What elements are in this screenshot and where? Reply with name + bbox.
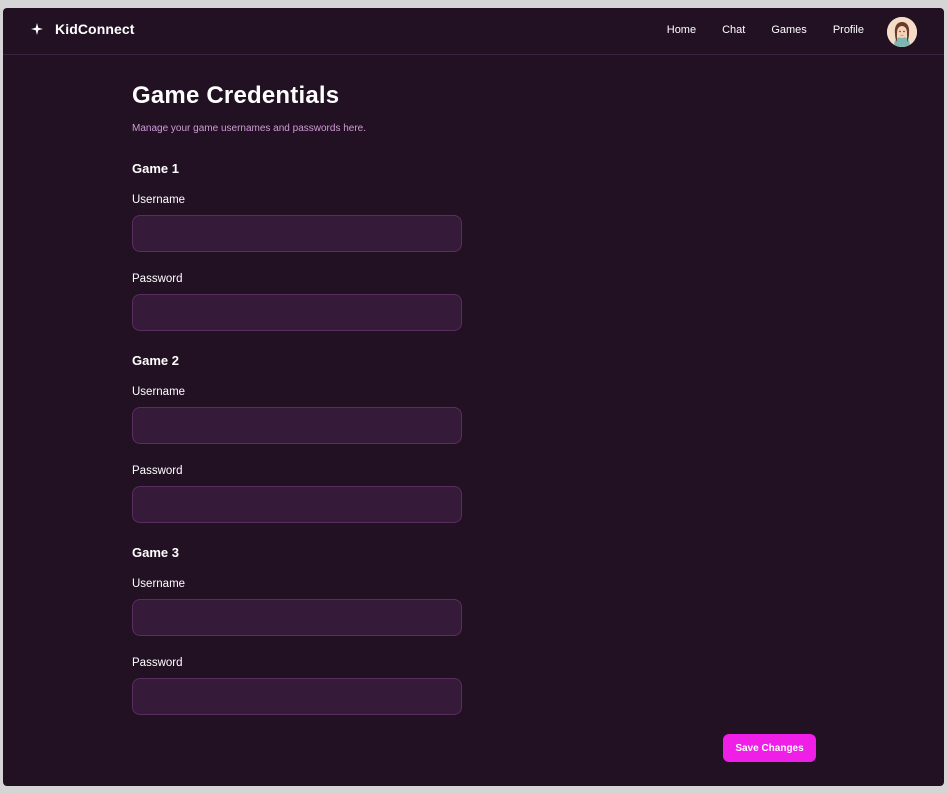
nav-item-chat[interactable]: Chat [722, 24, 745, 36]
game-1-password-label: Password [132, 273, 183, 285]
game-2-title: Game 2 [132, 353, 179, 368]
game-1-username-label: Username [132, 194, 186, 206]
game-1-username-input[interactable] [132, 215, 462, 252]
nav-item-profile[interactable]: Profile [833, 24, 864, 36]
page-title: Game Credentials [132, 82, 340, 109]
save-changes-button[interactable]: Save Changes [723, 734, 816, 762]
page-subtitle: Manage your game usernames and passwords… [132, 123, 367, 134]
game-2-username-label: Username [132, 386, 186, 398]
main-content: Game Credentials Manage your game userna… [132, 82, 832, 715]
avatar-portrait-icon [887, 17, 917, 47]
top-navigation-bar: KidConnect Home Chat Games Profile [3, 8, 944, 55]
main-nav: Home Chat Games Profile [667, 24, 864, 36]
game-2-username-input[interactable] [132, 407, 462, 444]
game-3-title: Game 3 [132, 545, 179, 560]
user-avatar[interactable] [887, 17, 917, 47]
app-window: KidConnect Home Chat Games Profile Game … [3, 8, 944, 786]
game-1-title: Game 1 [132, 161, 179, 176]
game-2-password-input[interactable] [132, 486, 462, 523]
game-3-username-label: Username [132, 578, 186, 590]
game-2-password-label: Password [132, 465, 183, 477]
sparkle-icon [31, 23, 43, 35]
brand[interactable]: KidConnect [31, 21, 135, 37]
game-3-password-input[interactable] [132, 678, 462, 715]
nav-item-games[interactable]: Games [771, 24, 806, 36]
app-name: KidConnect [55, 21, 135, 37]
nav-item-home[interactable]: Home [667, 24, 696, 36]
game-3-password-label: Password [132, 657, 183, 669]
game-3-username-input[interactable] [132, 599, 462, 636]
game-1-password-input[interactable] [132, 294, 462, 331]
